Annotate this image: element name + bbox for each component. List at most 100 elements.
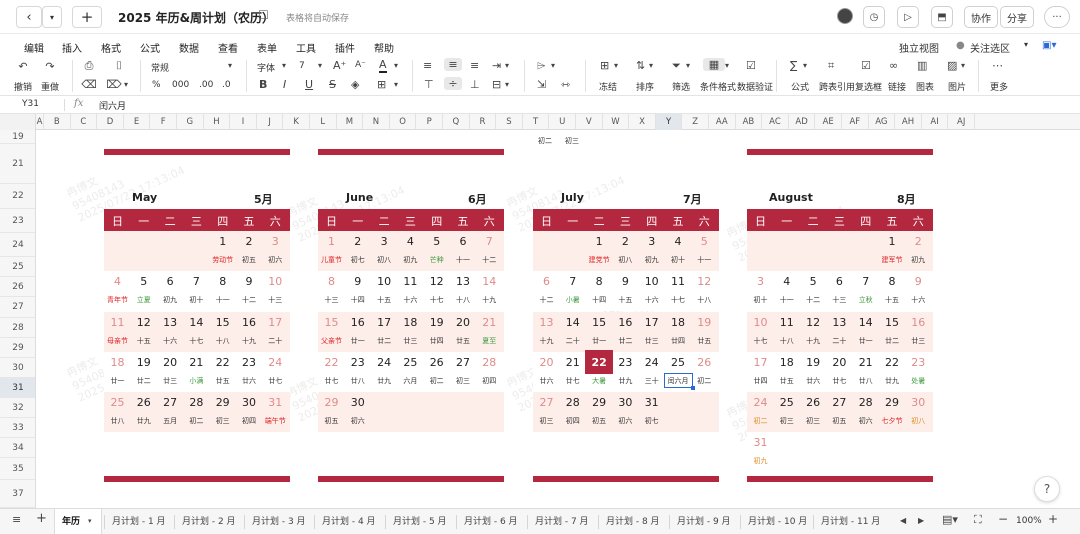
more-icon[interactable]: ⋯ <box>992 59 1003 72</box>
column-header-ag[interactable]: AG <box>869 114 896 130</box>
conditional-format-button[interactable]: 条件格式 <box>700 80 736 93</box>
percent-button[interactable]: % <box>152 80 161 90</box>
image-dropdown-icon[interactable]: ▾ <box>961 61 965 70</box>
fill-handle[interactable] <box>691 386 695 390</box>
calendar-day[interactable]: 29 <box>879 396 905 409</box>
border-icon[interactable]: ⊞ <box>377 78 386 91</box>
column-header-v[interactable]: V <box>576 114 603 130</box>
number-format-select[interactable]: 常规 <box>151 61 169 74</box>
zoom-out-icon[interactable]: − <box>998 512 1008 526</box>
calendar-day[interactable]: 18 <box>665 316 691 329</box>
column-header-o[interactable]: O <box>390 114 417 130</box>
indent-icon[interactable]: ⇥ <box>492 59 501 72</box>
image-icon[interactable]: ▨ <box>947 59 957 72</box>
data-validation-button[interactable]: 数据验证 <box>737 80 773 93</box>
calendar-day[interactable]: 9 <box>905 275 931 288</box>
sort-icon[interactable]: ⇅ <box>636 59 645 72</box>
bold-icon[interactable]: B <box>259 78 267 91</box>
calendar-day[interactable]: 5 <box>800 275 826 288</box>
font-family-dropdown-icon[interactable]: ▾ <box>282 61 286 70</box>
chart-button[interactable]: 图表 <box>916 80 934 93</box>
column-header-u[interactable]: U <box>549 114 576 130</box>
calendar-day[interactable]: 19 <box>424 316 450 329</box>
undo-button[interactable]: 撤销 <box>12 80 34 93</box>
calendar-day[interactable]: 26 <box>424 356 450 369</box>
calendar-day[interactable]: 8 <box>319 275 345 288</box>
column-header-j[interactable]: J <box>257 114 284 130</box>
calendar-day[interactable]: 15 <box>586 316 612 329</box>
image-button[interactable]: 图片 <box>948 80 966 93</box>
font-shrink-icon[interactable]: A⁻ <box>355 60 366 70</box>
new-button[interactable]: + <box>72 6 102 28</box>
column-header-d[interactable]: D <box>97 114 124 130</box>
calendar-day[interactable]: 23 <box>905 356 931 369</box>
chart-icon[interactable]: ▥ <box>917 59 927 72</box>
align-middle-icon[interactable]: ÷ <box>444 77 462 90</box>
calendar-day[interactable]: 3 <box>748 275 774 288</box>
column-header-q[interactable]: Q <box>443 114 470 130</box>
calendar-day[interactable]: 4 <box>665 235 691 248</box>
calendar-day[interactable]: 23 <box>345 356 371 369</box>
cell-reference[interactable]: Y31 <box>22 99 39 109</box>
calendar-day[interactable]: 16 <box>612 316 638 329</box>
data-validation-icon[interactable]: ☑ <box>746 59 756 72</box>
calendar-day[interactable]: 20 <box>826 356 852 369</box>
column-header-l[interactable]: L <box>310 114 337 130</box>
calendar-day[interactable]: 16 <box>345 316 371 329</box>
focus-info-icon[interactable]: ● <box>956 40 965 51</box>
align-bottom-icon[interactable]: ⊥ <box>470 78 480 91</box>
sheet-tab[interactable]: 月计划 - 1 月 <box>112 514 166 527</box>
calendar-day[interactable]: 1 <box>210 235 236 248</box>
calendar-day[interactable]: 28 <box>476 356 502 369</box>
row-header-25[interactable]: 25 <box>0 257 35 277</box>
calendar-day[interactable]: 18 <box>774 356 800 369</box>
calendar-day[interactable]: 10 <box>262 275 288 288</box>
undo-icon[interactable]: ↶ <box>16 60 30 73</box>
calendar-day[interactable]: 4 <box>105 275 131 288</box>
calendar-day[interactable]: 7 <box>183 275 209 288</box>
calendar-day[interactable]: 11 <box>105 316 131 329</box>
calendar-day[interactable]: 20 <box>157 356 183 369</box>
calendar-day[interactable]: 22 <box>586 356 612 369</box>
calendar-day[interactable]: 23 <box>612 356 638 369</box>
row-header-35[interactable]: 35 <box>0 458 35 480</box>
zoom-level[interactable]: 100% <box>1016 516 1042 526</box>
calendar-day[interactable]: 14 <box>183 316 209 329</box>
calendar-day[interactable]: 25 <box>105 396 131 409</box>
column-header-n[interactable]: N <box>363 114 390 130</box>
calendar-day[interactable]: 26 <box>691 356 717 369</box>
menu-format[interactable]: 格式 <box>101 40 121 55</box>
checkbox-icon[interactable]: ☑ <box>861 59 871 72</box>
row-header-21[interactable]: 21 <box>0 144 35 184</box>
text-overflow-icon[interactable]: ⇿ <box>561 78 570 91</box>
row-header-37[interactable]: 37 <box>0 480 35 508</box>
formula-input[interactable]: 闰六月 <box>99 99 126 112</box>
decimal-add-button[interactable]: .00 <box>199 80 213 90</box>
view-mode-icon[interactable]: ▤▾ <box>942 513 958 526</box>
calendar-day[interactable]: 28 <box>183 396 209 409</box>
calendar-day[interactable]: 6 <box>826 275 852 288</box>
cross-table-ref-icon[interactable]: ⌗ <box>828 59 834 73</box>
calendar-day[interactable]: 12 <box>800 316 826 329</box>
calendar-day[interactable]: 21 <box>476 316 502 329</box>
document-title[interactable]: 2025 年历&周计划（农历） <box>118 9 274 26</box>
row-header-19[interactable]: 19 <box>0 130 35 144</box>
align-center-icon[interactable]: ≡ <box>444 58 462 71</box>
cross-table-ref-button[interactable]: 跨表引用 <box>819 80 855 93</box>
calendar-day[interactable]: 9 <box>612 275 638 288</box>
focus-dropdown-icon[interactable]: ▾ <box>1024 40 1028 49</box>
row-header-24[interactable]: 24 <box>0 233 35 257</box>
calendar-day[interactable]: 2 <box>236 235 262 248</box>
calendar-day[interactable]: 4 <box>397 235 423 248</box>
column-header-ab[interactable]: AB <box>736 114 763 130</box>
calendar-day[interactable]: 31 <box>748 436 774 449</box>
format-painter-icon[interactable]: ⌷ <box>111 59 127 73</box>
merge-icon[interactable]: ⊟ <box>492 78 501 91</box>
calendar-day[interactable]: 16 <box>236 316 262 329</box>
calendar-day[interactable]: 9 <box>345 275 371 288</box>
redo-button[interactable]: 重做 <box>39 80 61 93</box>
calendar-day[interactable]: 11 <box>774 316 800 329</box>
sheet-tab[interactable]: 月计划 - 5 月 <box>393 514 447 527</box>
row-header-22[interactable]: 22 <box>0 184 35 209</box>
link-icon[interactable]: ∞ <box>889 59 898 72</box>
